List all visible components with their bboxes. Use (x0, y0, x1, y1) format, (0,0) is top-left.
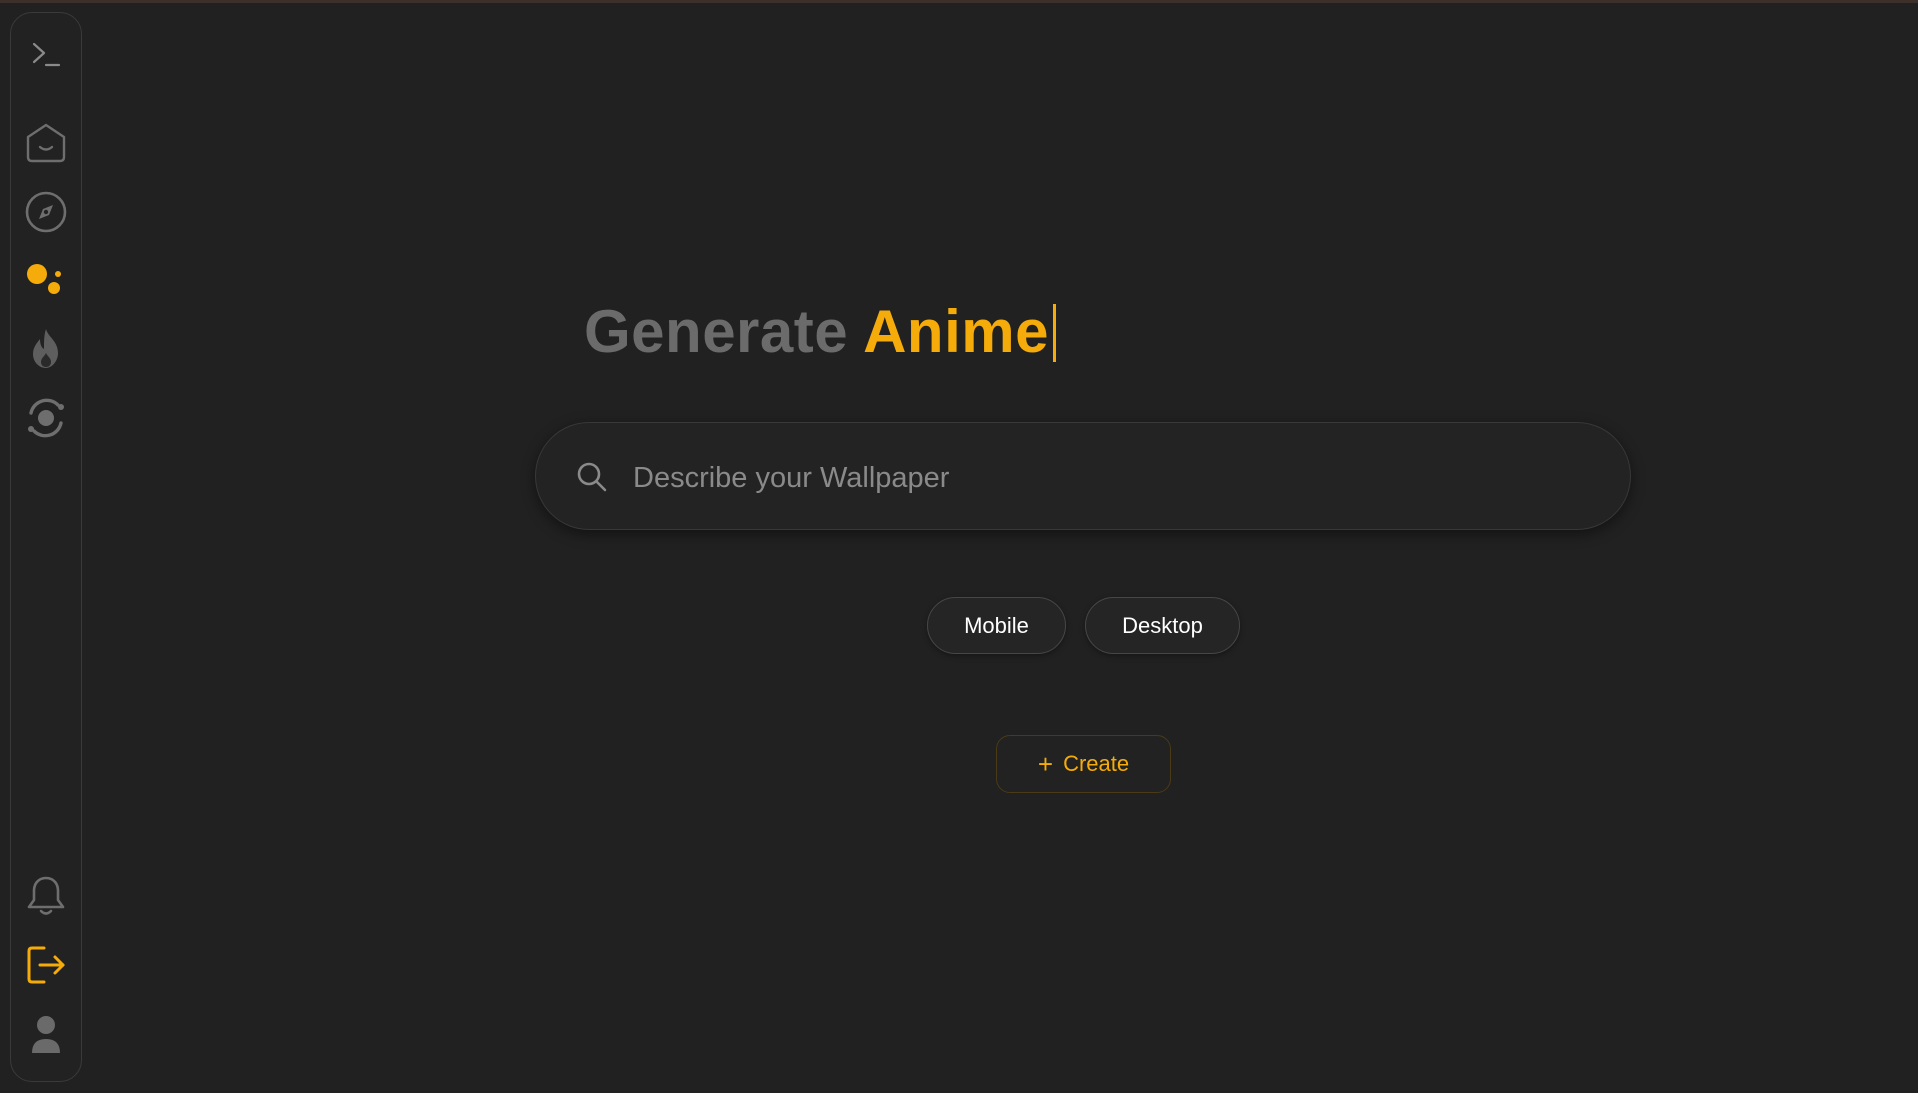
sidebar (10, 12, 82, 1082)
dots-cluster-icon (27, 264, 61, 294)
mobile-option-label: Mobile (964, 612, 1029, 638)
typing-caret (1052, 304, 1056, 362)
prompt-input[interactable] (631, 447, 1595, 509)
notifications-button[interactable] (22, 872, 70, 920)
hero-title: Generate Anime (584, 296, 1056, 368)
bell-icon (27, 876, 65, 915)
mobile-option-button[interactable]: Mobile (927, 597, 1066, 654)
desktop-option-label: Desktop (1122, 612, 1203, 638)
generate-button[interactable] (22, 256, 70, 304)
logout-button[interactable] (22, 941, 70, 989)
orbit-icon (28, 398, 64, 438)
compass-icon (25, 191, 67, 233)
home-button[interactable] (22, 119, 70, 167)
hero-typed-word: Anime (863, 298, 1049, 365)
profile-button[interactable] (22, 1011, 70, 1059)
flame-icon (33, 329, 58, 368)
plus-icon: + (1037, 749, 1054, 779)
logout-icon (27, 946, 65, 984)
home-icon (26, 123, 66, 163)
terminal-button[interactable] (22, 31, 70, 79)
search-icon (577, 462, 607, 492)
desktop-option-button[interactable]: Desktop (1085, 597, 1240, 654)
create-button-label: Create (1063, 751, 1130, 776)
explore-button[interactable] (22, 188, 70, 236)
terminal-icon (32, 42, 61, 67)
trending-button[interactable] (22, 325, 70, 373)
user-icon (32, 1016, 60, 1053)
create-button[interactable]: + Create (996, 735, 1171, 793)
orbit-button[interactable] (22, 394, 70, 442)
hero-static-text: Generate (584, 298, 849, 365)
prompt-search-bar (535, 422, 1631, 530)
main-content: Generate Anime Mobile Desktop + Create (82, 0, 1918, 1093)
